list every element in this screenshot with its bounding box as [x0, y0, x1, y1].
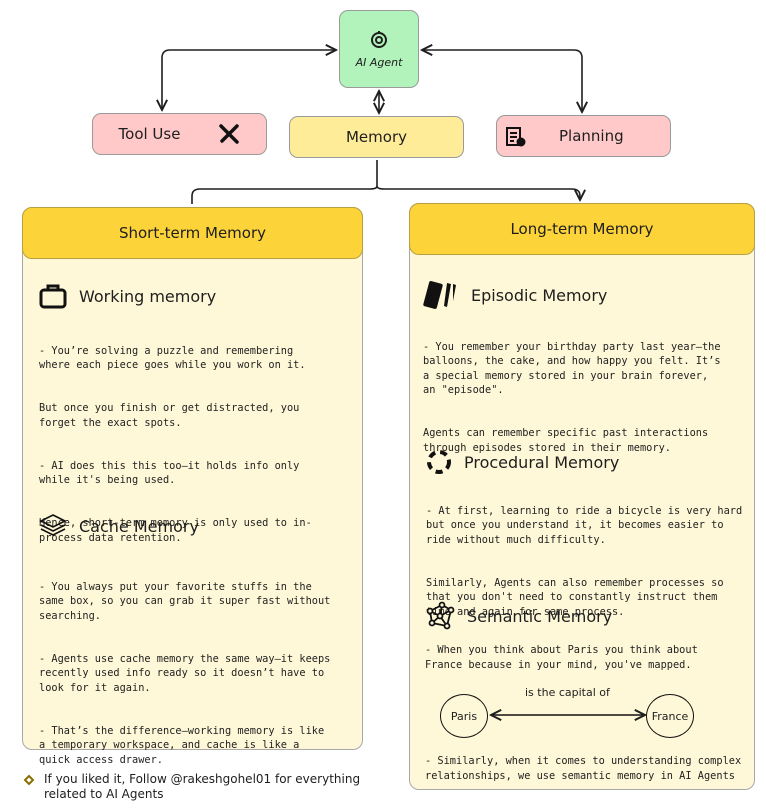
footer: If you liked it, Follow @rakeshgohel01 f… — [23, 772, 360, 802]
planning-node: Planning — [496, 115, 671, 157]
working-text: - AI does this this too—it holds info on… — [39, 459, 300, 487]
robot-icon — [371, 30, 387, 48]
long-term-panel: Long-term Memory Episodic Memory - You r… — [409, 203, 755, 790]
ai-agent-label: AI Agent — [355, 55, 403, 69]
cache-text: - Agents use cache memory the same way—i… — [39, 652, 331, 694]
planning-label: Planning — [559, 127, 624, 145]
procedural-text: - At first, learning to ride a bicycle i… — [426, 504, 743, 546]
relation-arrow — [425, 684, 725, 746]
short-term-panel: Short-term Memory Working memory - You’r… — [22, 207, 363, 766]
working-memory-title: Working memory — [79, 286, 217, 306]
diagram: AI Agent Tool Use Memory Planning Short-… — [0, 0, 766, 808]
network-icon — [426, 601, 455, 630]
diamond-icon — [23, 774, 35, 786]
cache-text: - You always put your favorite stuffs in… — [39, 580, 331, 622]
semantic-outro: - Similarly, when it comes to understand… — [425, 755, 742, 782]
arrow-agent-tooluse — [162, 50, 336, 110]
semantic-memory-title: Semantic Memory — [467, 606, 613, 626]
footer-text[interactable]: If you liked it, Follow @rakeshgohel01 f… — [44, 772, 360, 802]
working-text: - You’re solving a puzzle and rememberin… — [39, 344, 306, 372]
cards-icon — [423, 281, 456, 309]
tool-use-node: Tool Use — [92, 113, 267, 155]
long-term-title: Long-term Memory — [409, 203, 755, 255]
layers-icon — [39, 514, 67, 536]
semantic-intro: - When you think about Paris you think a… — [425, 644, 698, 671]
tool-use-label: Tool Use — [118, 125, 181, 143]
ai-agent-node: AI Agent — [339, 10, 419, 88]
tools-icon — [219, 124, 240, 144]
semantic-graph: Paris France is the capital of — [425, 684, 754, 746]
arrow-memory-branches — [191, 160, 580, 204]
briefcase-icon — [39, 284, 67, 309]
cache-text: - That’s the difference—working memory i… — [39, 724, 325, 766]
working-text: But once you finish or get distracted, y… — [39, 402, 300, 429]
short-term-title: Short-term Memory — [22, 207, 363, 259]
episodic-memory-title: Episodic Memory — [471, 285, 608, 305]
cache-memory-title: Cache Memory — [79, 516, 199, 536]
loading-circle-icon — [427, 450, 451, 474]
memory-node: Memory — [289, 116, 464, 158]
episodic-text: - You remember your birthday party last … — [423, 340, 721, 397]
arrow-agent-planning — [422, 50, 582, 112]
procedural-memory-title: Procedural Memory — [464, 452, 620, 472]
clipboard-check-icon — [506, 127, 526, 147]
memory-label: Memory — [345, 128, 407, 146]
